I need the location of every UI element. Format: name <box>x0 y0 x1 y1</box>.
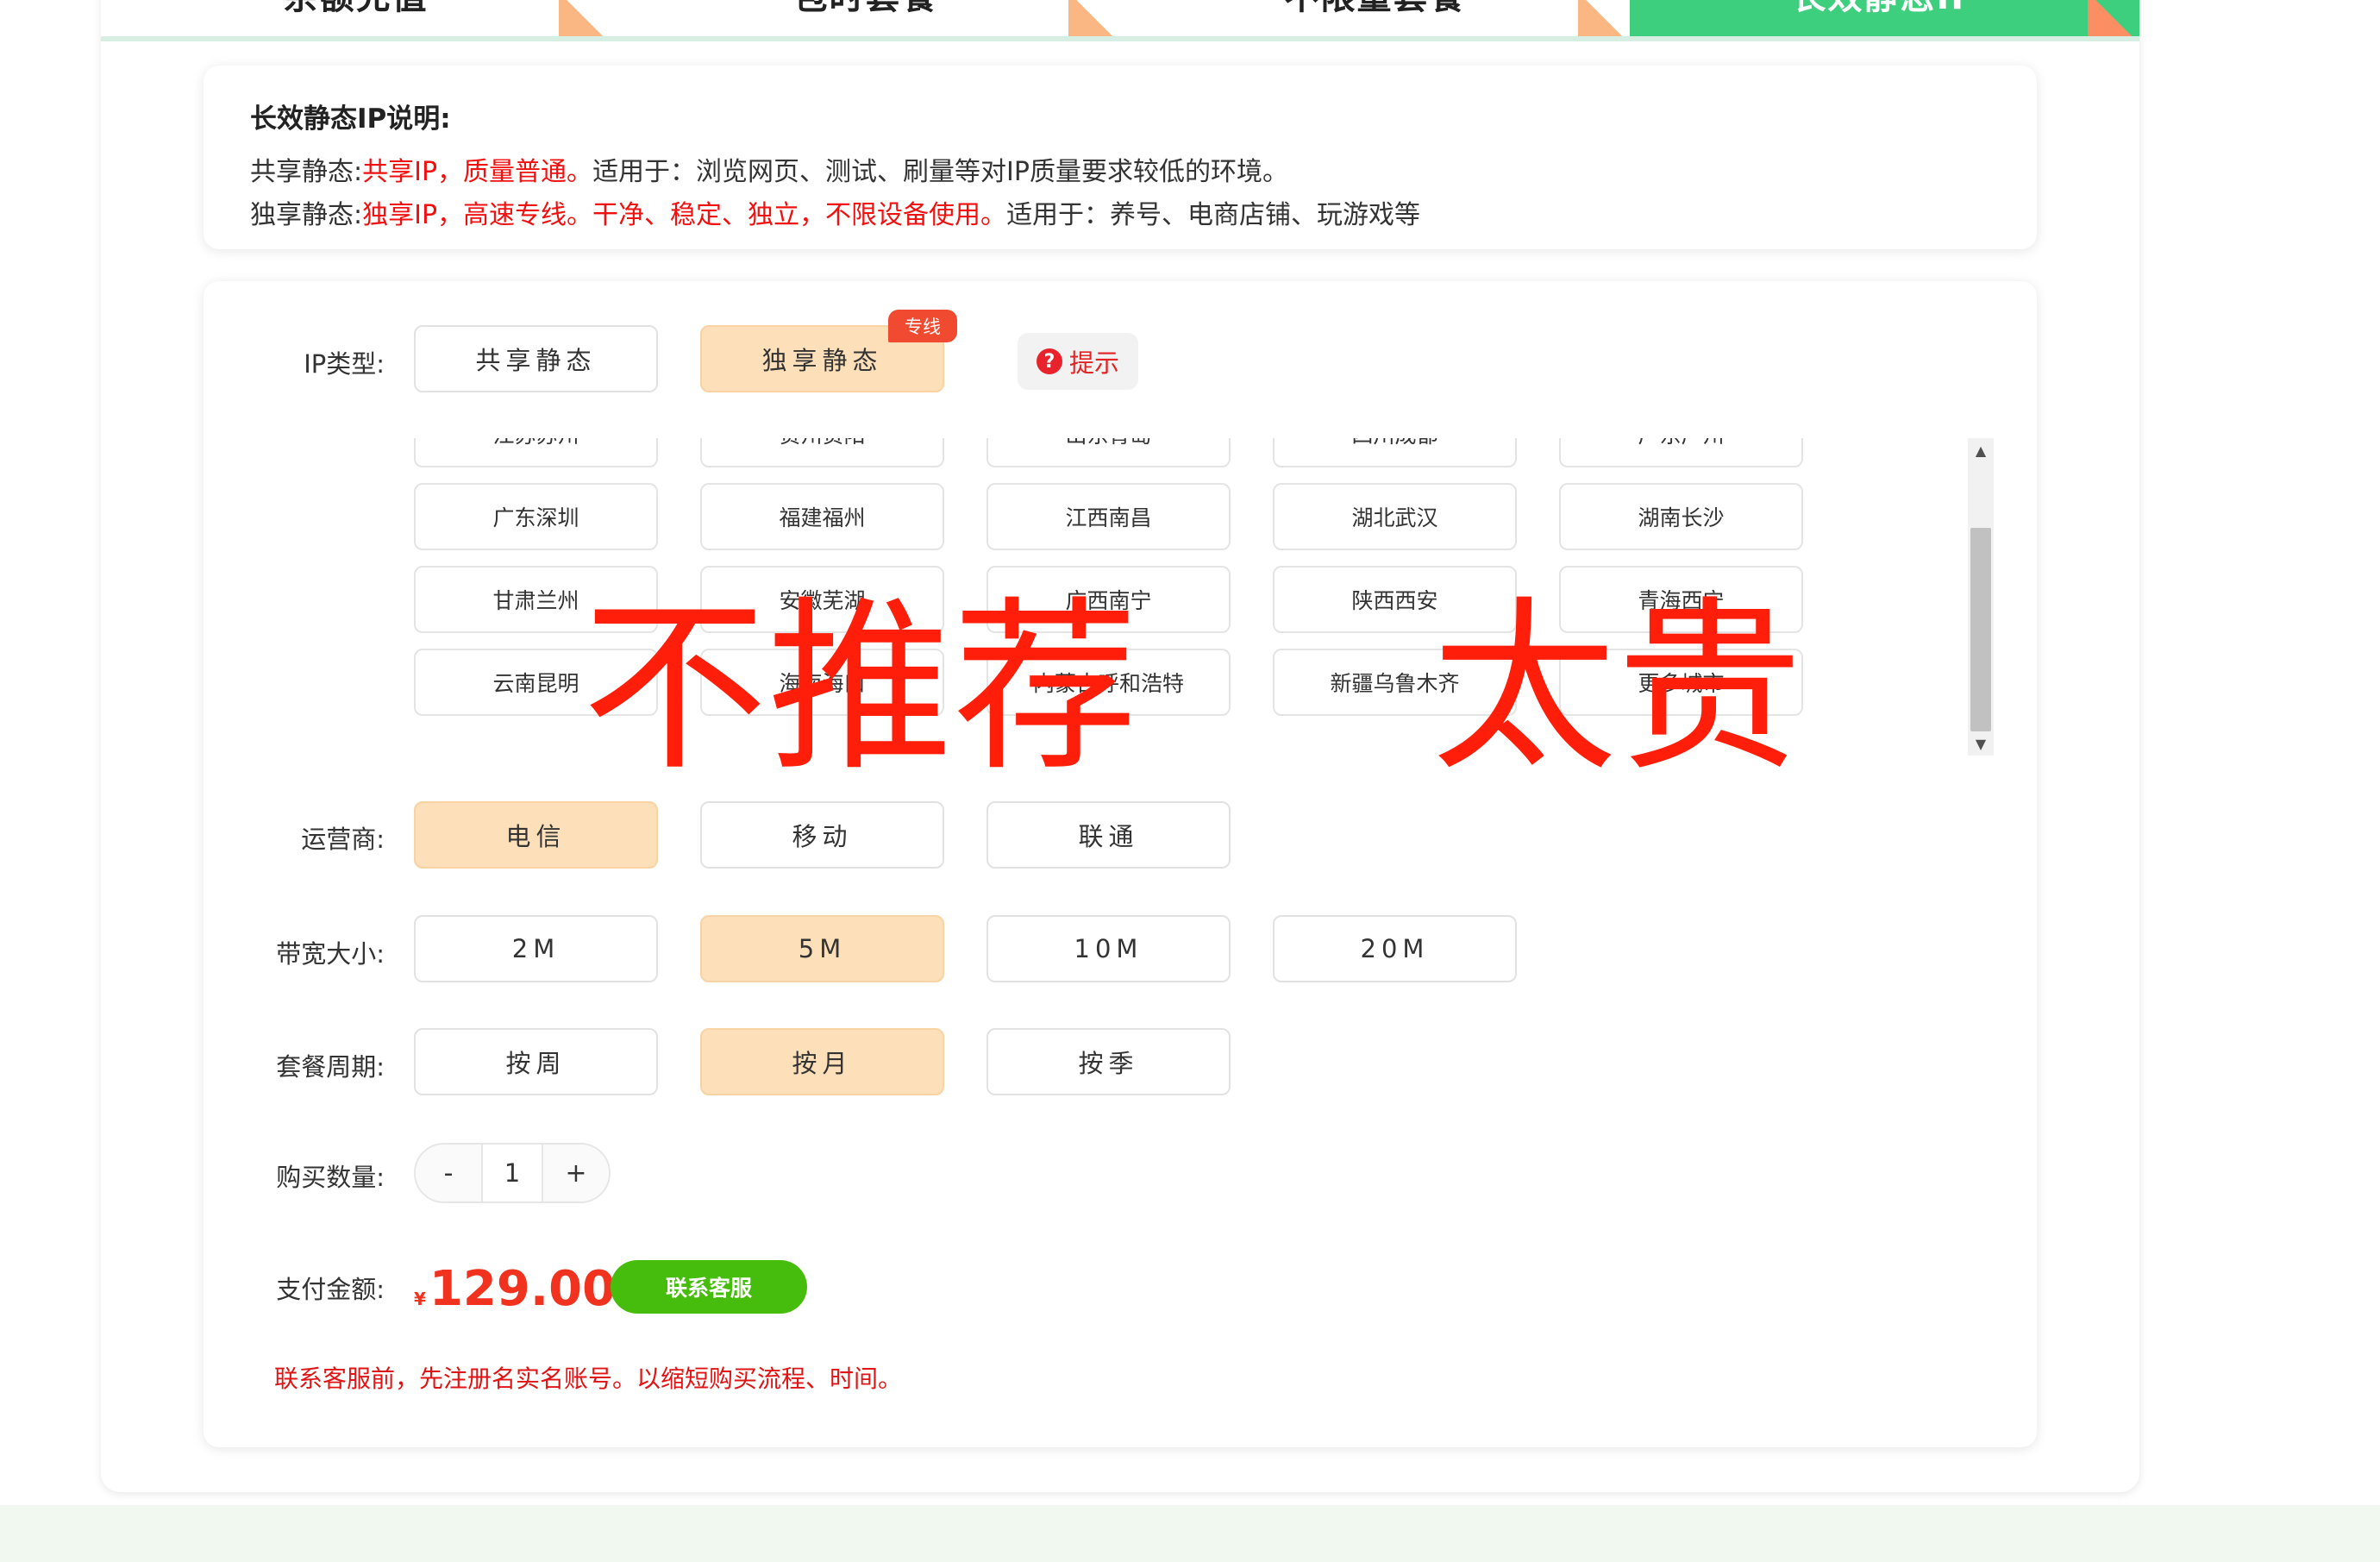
city-option[interactable]: 广西南宁 <box>986 566 1231 633</box>
city-option[interactable]: 甘肃兰州 <box>414 566 658 633</box>
dedicated-line-badge: 专线 <box>888 310 957 342</box>
info-exclusive-label: 独享静态: <box>250 200 363 230</box>
ip-type-label: IP类型: <box>304 349 385 379</box>
bandwidth-10m-button[interactable]: 10M <box>986 915 1231 982</box>
city-option[interactable]: 更多城市 <box>1559 649 1803 716</box>
question-circle-icon: ? <box>1036 348 1062 374</box>
info-shared-line: 共享静态:共享IP，质量普通。适用于：浏览网页、测试、刷量等对IP质量要求较低的… <box>250 151 1990 194</box>
city-option[interactable]: 湖北武汉 <box>1273 483 1517 550</box>
tab-time-package[interactable]: 包时套餐 <box>611 0 1120 36</box>
tab-corner-decoration <box>1068 0 1120 36</box>
city-option[interactable]: 江西南昌 <box>986 483 1231 550</box>
triangle-down-icon[interactable]: ▼ <box>1968 731 1994 756</box>
bandwidth-label: 带宽大小: <box>276 939 385 969</box>
tab-label: 长效静态IP <box>1791 0 1977 19</box>
currency-symbol: ¥ <box>414 1289 426 1309</box>
city-option[interactable]: 新疆乌鲁木齐 <box>1273 649 1517 716</box>
city-option[interactable]: 山东青岛 <box>986 438 1231 467</box>
city-list: 江苏苏州 贵州贵阳 山东青岛 四川成都 广东广州广东深圳福建福州江西南昌湖北武汉湖南长沙… <box>410 438 2066 749</box>
bandwidth-5m-button[interactable]: 5M <box>700 915 944 982</box>
quantity-increase-button[interactable]: + <box>543 1145 609 1201</box>
static-ip-info-card: 长效静态IP说明: 共享静态:共享IP，质量普通。适用于：浏览网页、测试、刷量等… <box>204 66 2037 249</box>
city-option[interactable]: 广东深圳 <box>414 483 658 550</box>
period-monthly-button[interactable]: 按月 <box>700 1028 944 1095</box>
period-label: 套餐周期: <box>276 1052 385 1082</box>
purchase-form-card: IP类型: 共享静态 独享静态 专线 ? 提示 江苏苏州贵州贵阳山东青岛四川成都… <box>204 281 2037 1447</box>
city-option[interactable]: 福建福州 <box>700 483 944 550</box>
quantity-label: 购买数量: <box>276 1163 385 1192</box>
city-option[interactable]: 云南昆明 <box>414 649 658 716</box>
city-option[interactable]: 陕西西安 <box>1273 566 1517 633</box>
info-shared-highlight: 共享IP，质量普通。 <box>362 157 593 187</box>
payment-label: 支付金额: <box>276 1275 385 1304</box>
info-exclusive-line: 独享静态:独享IP，高速专线。干净、稳定、独立，不限设备使用。适用于：养号、电商… <box>250 194 1990 237</box>
payment-amount: ¥ 129.00 <box>414 1261 616 1317</box>
tab-balance-recharge[interactable]: 余额充值 <box>101 0 611 36</box>
info-exclusive-highlight: 独享IP，高速专线。干净、稳定、独立，不限设备使用。 <box>362 200 1007 230</box>
tab-label: 包时套餐 <box>793 0 938 19</box>
carrier-telecom-button[interactable]: 电信 <box>414 801 658 869</box>
info-exclusive-rest: 适用于：养号、电商店铺、玩游戏等 <box>1006 200 1421 230</box>
contact-support-button[interactable]: 联系客服 <box>611 1260 807 1314</box>
info-title: 长效静态IP说明: <box>250 104 451 135</box>
tab-corner-decoration <box>1578 0 1630 36</box>
bandwidth-2m-button[interactable]: 2M <box>414 915 658 982</box>
city-option[interactable]: 内蒙古呼和浩特 <box>986 649 1231 716</box>
hint-button[interactable]: ? 提示 <box>1018 333 1138 390</box>
city-option[interactable]: 江苏苏州 <box>414 438 658 467</box>
quantity-stepper: - 1 + <box>414 1143 611 1203</box>
info-shared-label: 共享静态: <box>250 157 363 187</box>
city-option[interactable]: 四川成都 <box>1273 438 1517 467</box>
tab-corner-decoration <box>2088 0 2139 36</box>
carrier-mobile-button[interactable]: 移动 <box>700 801 944 869</box>
plan-tabs: 余额充值 包时套餐 不限量套餐 长效静态IP <box>101 0 2139 41</box>
city-option[interactable]: 广东广州 <box>1559 438 1803 467</box>
scroll-thumb[interactable] <box>1970 528 1991 731</box>
carrier-label: 运营商: <box>301 825 385 854</box>
period-quarterly-button[interactable]: 按季 <box>986 1028 1231 1095</box>
tab-label: 余额充值 <box>284 0 429 19</box>
amount-value: 129.00 <box>429 1261 617 1317</box>
carrier-unicom-button[interactable]: 联通 <box>986 801 1231 869</box>
purchase-notice: 联系客服前，先注册名实名账号。以缩短购买流程、时间。 <box>274 1364 903 1393</box>
triangle-up-icon[interactable]: ▲ <box>1968 438 1994 462</box>
city-option[interactable]: 海南海口 <box>700 649 944 716</box>
period-weekly-button[interactable]: 按周 <box>414 1028 658 1095</box>
bandwidth-20m-button[interactable]: 20M <box>1273 915 1517 982</box>
info-shared-rest: 适用于：浏览网页、测试、刷量等对IP质量要求较低的环境。 <box>592 157 1289 187</box>
city-option[interactable]: 贵州贵阳 <box>700 438 944 467</box>
quantity-decrease-button[interactable]: - <box>416 1145 481 1201</box>
tab-static-ip[interactable]: 长效静态IP <box>1630 0 2139 36</box>
city-option[interactable]: 青海西宁 <box>1559 566 1803 633</box>
ip-type-shared-button[interactable]: 共享静态 <box>414 325 658 392</box>
tab-unlimited-package[interactable]: 不限量套餐 <box>1120 0 1630 36</box>
city-option[interactable]: 湖南长沙 <box>1559 483 1803 550</box>
page-footer-band <box>0 1505 2380 1562</box>
quantity-input[interactable]: 1 <box>481 1145 543 1201</box>
city-list-scrollbar[interactable]: ▲ ▼ <box>1968 438 1994 756</box>
hint-label: 提示 <box>1068 348 1119 378</box>
city-option[interactable]: 安徽芜湖 <box>700 566 944 633</box>
tab-label: 不限量套餐 <box>1285 0 1466 19</box>
tab-corner-decoration <box>559 0 611 36</box>
